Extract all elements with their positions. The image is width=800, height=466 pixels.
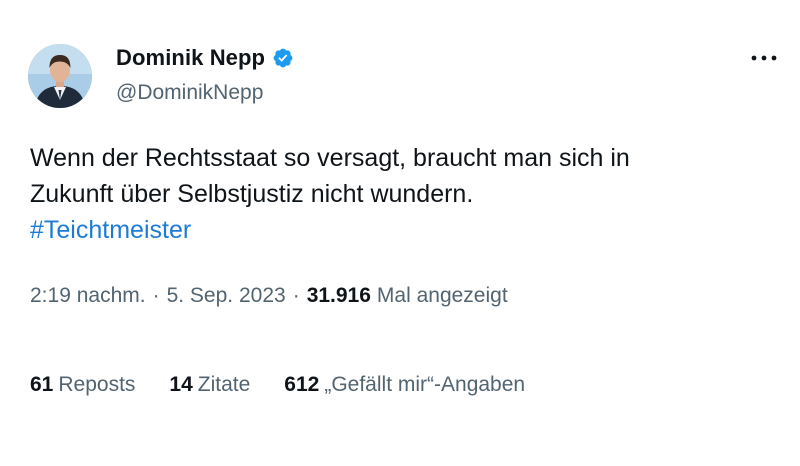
- reposts-stat[interactable]: 61 Reposts: [30, 373, 135, 397]
- separator: ·: [292, 284, 300, 307]
- avatar[interactable]: [28, 44, 92, 108]
- display-name[interactable]: Dominik Nepp: [116, 45, 265, 71]
- engagement-stats: 61 Reposts 14 Zitate 612 „Gefällt mir“-Anga…: [30, 373, 525, 397]
- tweet-card: Dominik Nepp @DominikNepp Wenn der Recht…: [0, 0, 800, 466]
- more-options-button[interactable]: [746, 44, 782, 72]
- author-block: Dominik Nepp @DominikNepp: [116, 44, 294, 105]
- name-row: Dominik Nepp: [116, 44, 294, 72]
- quotes-count: 14: [169, 373, 193, 396]
- views-count: 31.916: [306, 284, 371, 307]
- likes-label: „Gefällt mir“-Angaben: [324, 373, 526, 396]
- separator: ·: [152, 284, 160, 307]
- tweet-text-line: Wenn der Rechtsstaat so versagt, braucht…: [30, 144, 630, 172]
- post-time[interactable]: 2:19 nachm.: [30, 284, 146, 307]
- hashtag-link[interactable]: #Teichtmeister: [30, 216, 191, 244]
- likes-count: 612: [284, 373, 320, 396]
- more-horizontal-icon: [751, 55, 777, 61]
- tweet-meta: 2:19 nachm. · 5. Sep. 2023 · 31.916 Mal angez…: [30, 284, 508, 308]
- tweet-text: Wenn der Rechtsstaat so versagt, braucht…: [30, 140, 770, 248]
- reposts-label: Reposts: [58, 373, 136, 396]
- post-date[interactable]: 5. Sep. 2023: [167, 284, 286, 307]
- verified-badge-icon: [272, 47, 294, 69]
- user-handle[interactable]: @DominikNepp: [116, 81, 294, 105]
- tweet-text-line: Zukunft über Selbstjustiz nicht wundern.: [30, 180, 474, 208]
- quotes-stat[interactable]: 14 Zitate: [169, 373, 250, 397]
- quotes-label: Zitate: [197, 373, 251, 396]
- reposts-count: 61: [30, 373, 54, 396]
- likes-stat[interactable]: 612 „Gefällt mir“-Angaben: [284, 373, 525, 397]
- views-label: Mal angezeigt: [376, 284, 508, 307]
